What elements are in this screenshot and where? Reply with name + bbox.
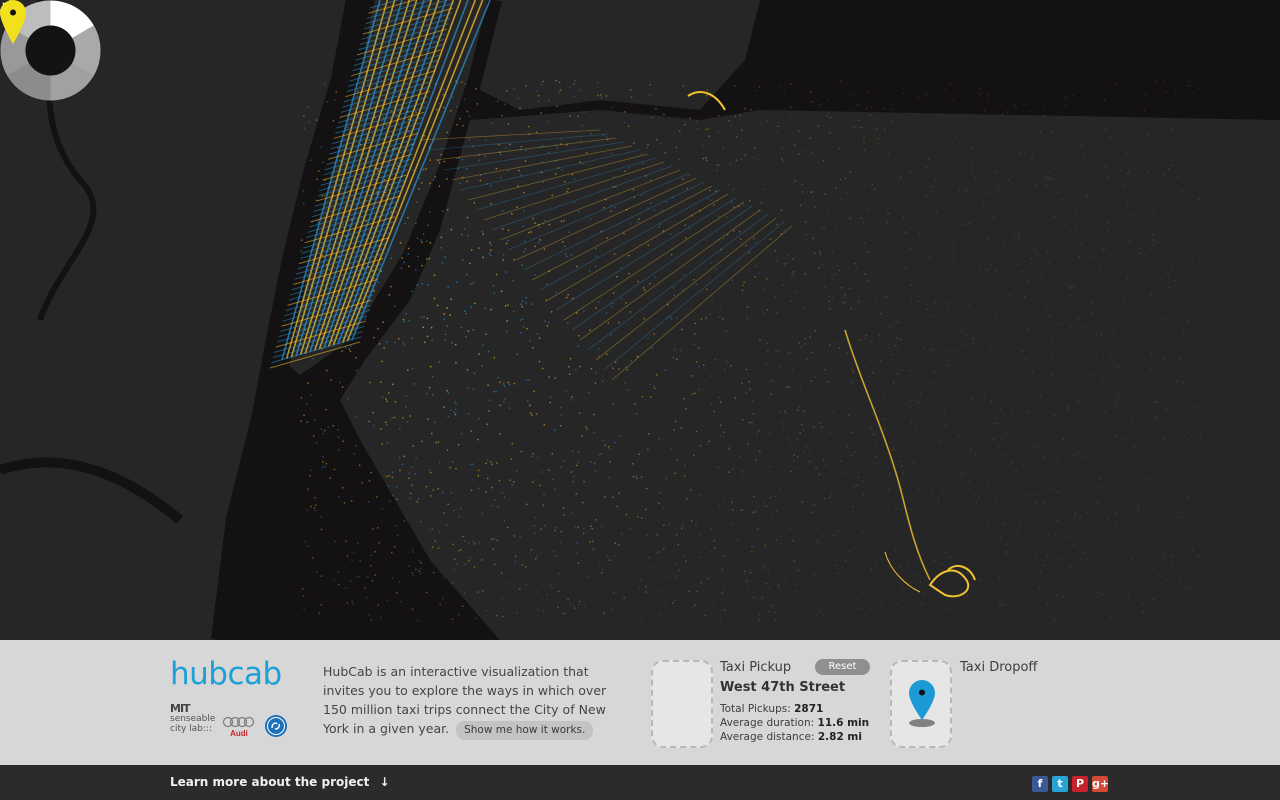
map-pin-icon[interactable] xyxy=(907,678,937,728)
mit-senseable-city-lab-logo[interactable]: MIT senseable city lab::: xyxy=(170,703,218,736)
google-plus-share-icon[interactable]: g+ xyxy=(1092,776,1109,792)
hubcab-logo[interactable]: hubcab xyxy=(170,656,282,692)
ge-logo[interactable] xyxy=(264,714,288,738)
map-pin-icon[interactable] xyxy=(0,0,26,44)
taxi-trip-map[interactable]: − + xyxy=(0,0,1280,640)
learn-more-text: Learn more about the project xyxy=(170,775,370,789)
avg-duration-label: Average duration: xyxy=(720,717,815,729)
total-pickups-value: 2871 xyxy=(794,703,824,715)
total-pickups-label: Total Pickups: xyxy=(720,703,791,715)
land-areas xyxy=(0,0,1280,640)
audi-logo[interactable]: Audi xyxy=(222,715,256,739)
pickup-stats: Total Pickups: 2871 Average duration: 11… xyxy=(720,702,869,744)
pickup-title: Taxi Pickup xyxy=(720,660,792,675)
arrow-down-icon: ↓ xyxy=(379,775,390,789)
pickup-drop-zone[interactable] xyxy=(651,660,713,748)
pinterest-share-icon[interactable]: P xyxy=(1072,776,1088,792)
learn-more-link[interactable]: Learn more about the project ↓ xyxy=(170,775,390,789)
reset-button[interactable]: Reset xyxy=(815,659,870,675)
facebook-share-icon[interactable]: f xyxy=(1032,776,1048,792)
how-it-works-button[interactable]: Show me how it works. xyxy=(456,721,594,740)
project-description: HubCab is an interactive visualization t… xyxy=(323,662,623,740)
avg-distance-label: Average distance: xyxy=(720,731,815,743)
dropoff-title: Taxi Dropoff xyxy=(960,660,1038,675)
twitter-share-icon[interactable]: t xyxy=(1052,776,1068,792)
audi-wordmark: Audi xyxy=(230,729,248,738)
avg-duration-value: 11.6 min xyxy=(817,717,870,729)
pickup-street: West 47th Street xyxy=(720,680,846,695)
map-canvas[interactable] xyxy=(0,0,1280,640)
avg-distance-value: 2.82 mi xyxy=(817,731,862,743)
